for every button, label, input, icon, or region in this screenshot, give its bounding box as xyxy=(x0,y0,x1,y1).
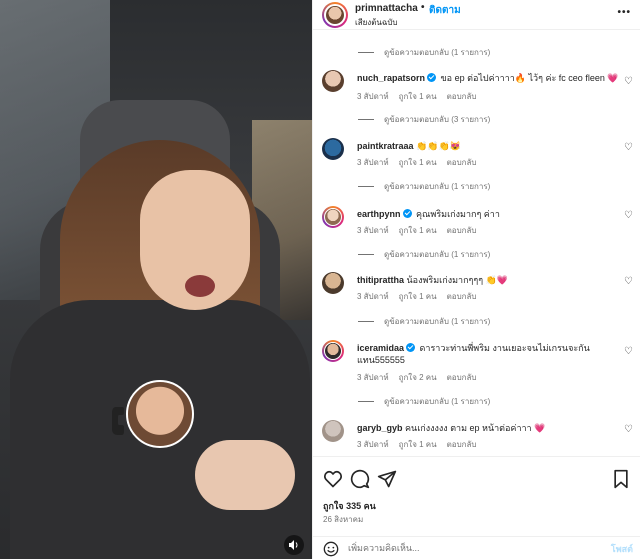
view-replies-button[interactable]: ดูข้อความตอบกลับ (1 รายการ) xyxy=(358,180,490,193)
commenter-avatar[interactable] xyxy=(322,272,344,294)
emoji-icon[interactable] xyxy=(323,541,339,557)
like-count[interactable]: ถูกใจ 335 คน xyxy=(323,499,376,513)
post-side-panel: primnattacha • ติดตาม เสียงต้นฉบับ ••• ด… xyxy=(312,0,640,559)
comment-meta: 3 สัปดาห์ ถูกใจ 1 คน ตอบกลับ xyxy=(357,224,487,237)
comment-likes[interactable]: ถูกใจ 1 คน xyxy=(399,440,437,449)
author-avatar[interactable] xyxy=(322,2,348,28)
share-paper-plane-icon[interactable] xyxy=(377,469,397,489)
reply-button[interactable]: ตอบกลับ xyxy=(447,226,477,235)
person-mouth xyxy=(185,275,215,297)
comment-time[interactable]: 3 สัปดาห์ xyxy=(357,158,389,167)
like-heart-icon[interactable]: ♡ xyxy=(624,346,633,357)
comment-likes[interactable]: ถูกใจ 1 คน xyxy=(399,92,437,101)
post-header: primnattacha • ติดตาม เสียงต้นฉบับ ••• xyxy=(313,0,640,30)
comment-meta: 3 สัปดาห์ ถูกใจ 1 คน ตอบกลับ xyxy=(357,438,487,451)
like-heart-icon[interactable]: ♡ xyxy=(624,276,633,287)
reply-button[interactable]: ตอบกลับ xyxy=(447,373,477,382)
comment-text: iceramidaa ดาราวะท่านพี่พริม งานเยอะจนไม… xyxy=(357,342,619,366)
reply-button[interactable]: ตอบกลับ xyxy=(447,92,477,101)
comments-list: ดูข้อความตอบกลับ (1 รายการ) nuch_rapatso… xyxy=(313,30,640,456)
comment-text: thitiprattha น้องพริมเก่งมากๆๆๆ 👏💗 xyxy=(357,274,619,286)
comment-body: คุณพริมเก่งมากๆ ค่าา xyxy=(416,209,500,219)
comment-meta: 3 สัปดาห์ ถูกใจ 1 คน ตอบกลับ xyxy=(357,90,487,103)
post-actions: ถูกใจ 335 คน 26 สิงหาคม xyxy=(313,456,640,536)
view-replies-button[interactable]: ดูข้อความตอบกลับ (1 รายการ) xyxy=(358,315,490,328)
author-username[interactable]: primnattacha xyxy=(355,3,418,14)
commenter-avatar[interactable] xyxy=(322,70,344,92)
person-hand xyxy=(195,440,295,510)
more-options-icon[interactable]: ••• xyxy=(617,7,631,18)
commenter-username[interactable]: iceramidaa xyxy=(357,343,404,353)
commenter-username[interactable]: thitiprattha xyxy=(357,275,404,285)
like-heart-icon[interactable]: ♡ xyxy=(624,142,633,153)
comment-time[interactable]: 3 สัปดาห์ xyxy=(357,92,389,101)
bookmark-icon[interactable] xyxy=(611,469,631,489)
comment-time[interactable]: 3 สัปดาห์ xyxy=(357,440,389,449)
commenter-avatar[interactable] xyxy=(322,206,344,228)
reply-button[interactable]: ตอบกลับ xyxy=(447,292,477,301)
like-heart-icon[interactable]: ♡ xyxy=(624,210,633,221)
comment-meta: 3 สัปดาห์ ถูกใจ 1 คน ตอบกลับ xyxy=(357,290,487,303)
comment-input[interactable] xyxy=(348,540,598,556)
comment-likes[interactable]: ถูกใจ 1 คน xyxy=(399,158,437,167)
reply-button[interactable]: ตอบกลับ xyxy=(447,158,477,167)
follow-button[interactable]: ติดตาม xyxy=(429,3,461,18)
verified-badge-icon xyxy=(402,209,412,218)
post-video[interactable] xyxy=(0,0,312,559)
commenter-username[interactable]: nuch_rapatsorn xyxy=(357,73,425,83)
comment-time[interactable]: 3 สัปดาห์ xyxy=(357,373,389,382)
commenter-avatar[interactable] xyxy=(322,420,344,442)
face-sticker xyxy=(126,380,194,448)
comment-likes[interactable]: ถูกใจ 2 คน xyxy=(399,373,437,382)
add-comment-bar: โพสต์ xyxy=(313,536,640,559)
commenter-username[interactable]: earthpynn xyxy=(357,209,401,219)
mute-button[interactable] xyxy=(284,535,304,555)
comment-time[interactable]: 3 สัปดาห์ xyxy=(357,226,389,235)
comment-bubble-icon[interactable] xyxy=(350,469,370,489)
like-heart-icon[interactable]: ♡ xyxy=(624,424,633,435)
comment-text: garyb_gyb คนเก่งงงงง ตาม ep หน้าต่อค่าาา… xyxy=(357,422,619,434)
comment-time[interactable]: 3 สัปดาห์ xyxy=(357,292,389,301)
comment-likes[interactable]: ถูกใจ 1 คน xyxy=(399,226,437,235)
post-date: 26 สิงหาคม xyxy=(323,515,364,524)
like-heart-icon[interactable]: ♡ xyxy=(624,76,633,87)
comment-body: คนเก่งงงงง ตาม ep หน้าต่อค่าาา 💗 xyxy=(405,423,546,433)
comment-text: nuch_rapatsorn ขอ ep ต่อไปค่าาาา🔥 ไว้ๆ ค… xyxy=(357,72,619,84)
comment-meta: 3 สัปดาห์ ถูกใจ 2 คน ตอบกลับ xyxy=(357,371,487,384)
speaker-icon xyxy=(289,540,298,550)
commenter-username[interactable]: garyb_gyb xyxy=(357,423,403,433)
comment-meta: 3 สัปดาห์ ถูกใจ 1 คน ตอบกลับ xyxy=(357,156,487,169)
comment-body: ขอ ep ต่อไปค่าาาา🔥 ไว้ๆ ค่ะ fc ceo fleen… xyxy=(440,73,619,83)
reply-button[interactable]: ตอบกลับ xyxy=(447,440,477,449)
comment-likes[interactable]: ถูกใจ 1 คน xyxy=(399,292,437,301)
audio-label[interactable]: เสียงต้นฉบับ xyxy=(355,16,397,29)
comment-body: 👏👏👏😻 xyxy=(416,141,461,151)
comment-text: earthpynn คุณพริมเก่งมากๆ ค่าา xyxy=(357,208,619,220)
commenter-avatar[interactable] xyxy=(322,138,344,160)
verified-badge-icon xyxy=(427,73,437,82)
commenter-avatar[interactable] xyxy=(322,340,344,362)
comment-body: น้องพริมเก่งมากๆๆๆ 👏💗 xyxy=(406,275,508,285)
verified-badge-icon xyxy=(406,343,416,352)
commenter-username[interactable]: paintkratraaa xyxy=(357,141,414,151)
view-replies-button[interactable]: ดูข้อความตอบกลับ (1 รายการ) xyxy=(358,46,490,59)
view-replies-button[interactable]: ดูข้อความตอบกลับ (3 รายการ) xyxy=(358,113,490,126)
view-replies-button[interactable]: ดูข้อความตอบกลับ (1 รายการ) xyxy=(358,248,490,261)
like-heart-icon[interactable] xyxy=(323,469,343,489)
header-separator: • xyxy=(421,2,425,13)
comment-text: paintkratraaa 👏👏👏😻 xyxy=(357,140,619,152)
post-comment-button[interactable]: โพสต์ xyxy=(611,542,633,556)
instagram-post-view: primnattacha • ติดตาม เสียงต้นฉบับ ••• ด… xyxy=(0,0,640,559)
view-replies-button[interactable]: ดูข้อความตอบกลับ (1 รายการ) xyxy=(358,395,490,408)
